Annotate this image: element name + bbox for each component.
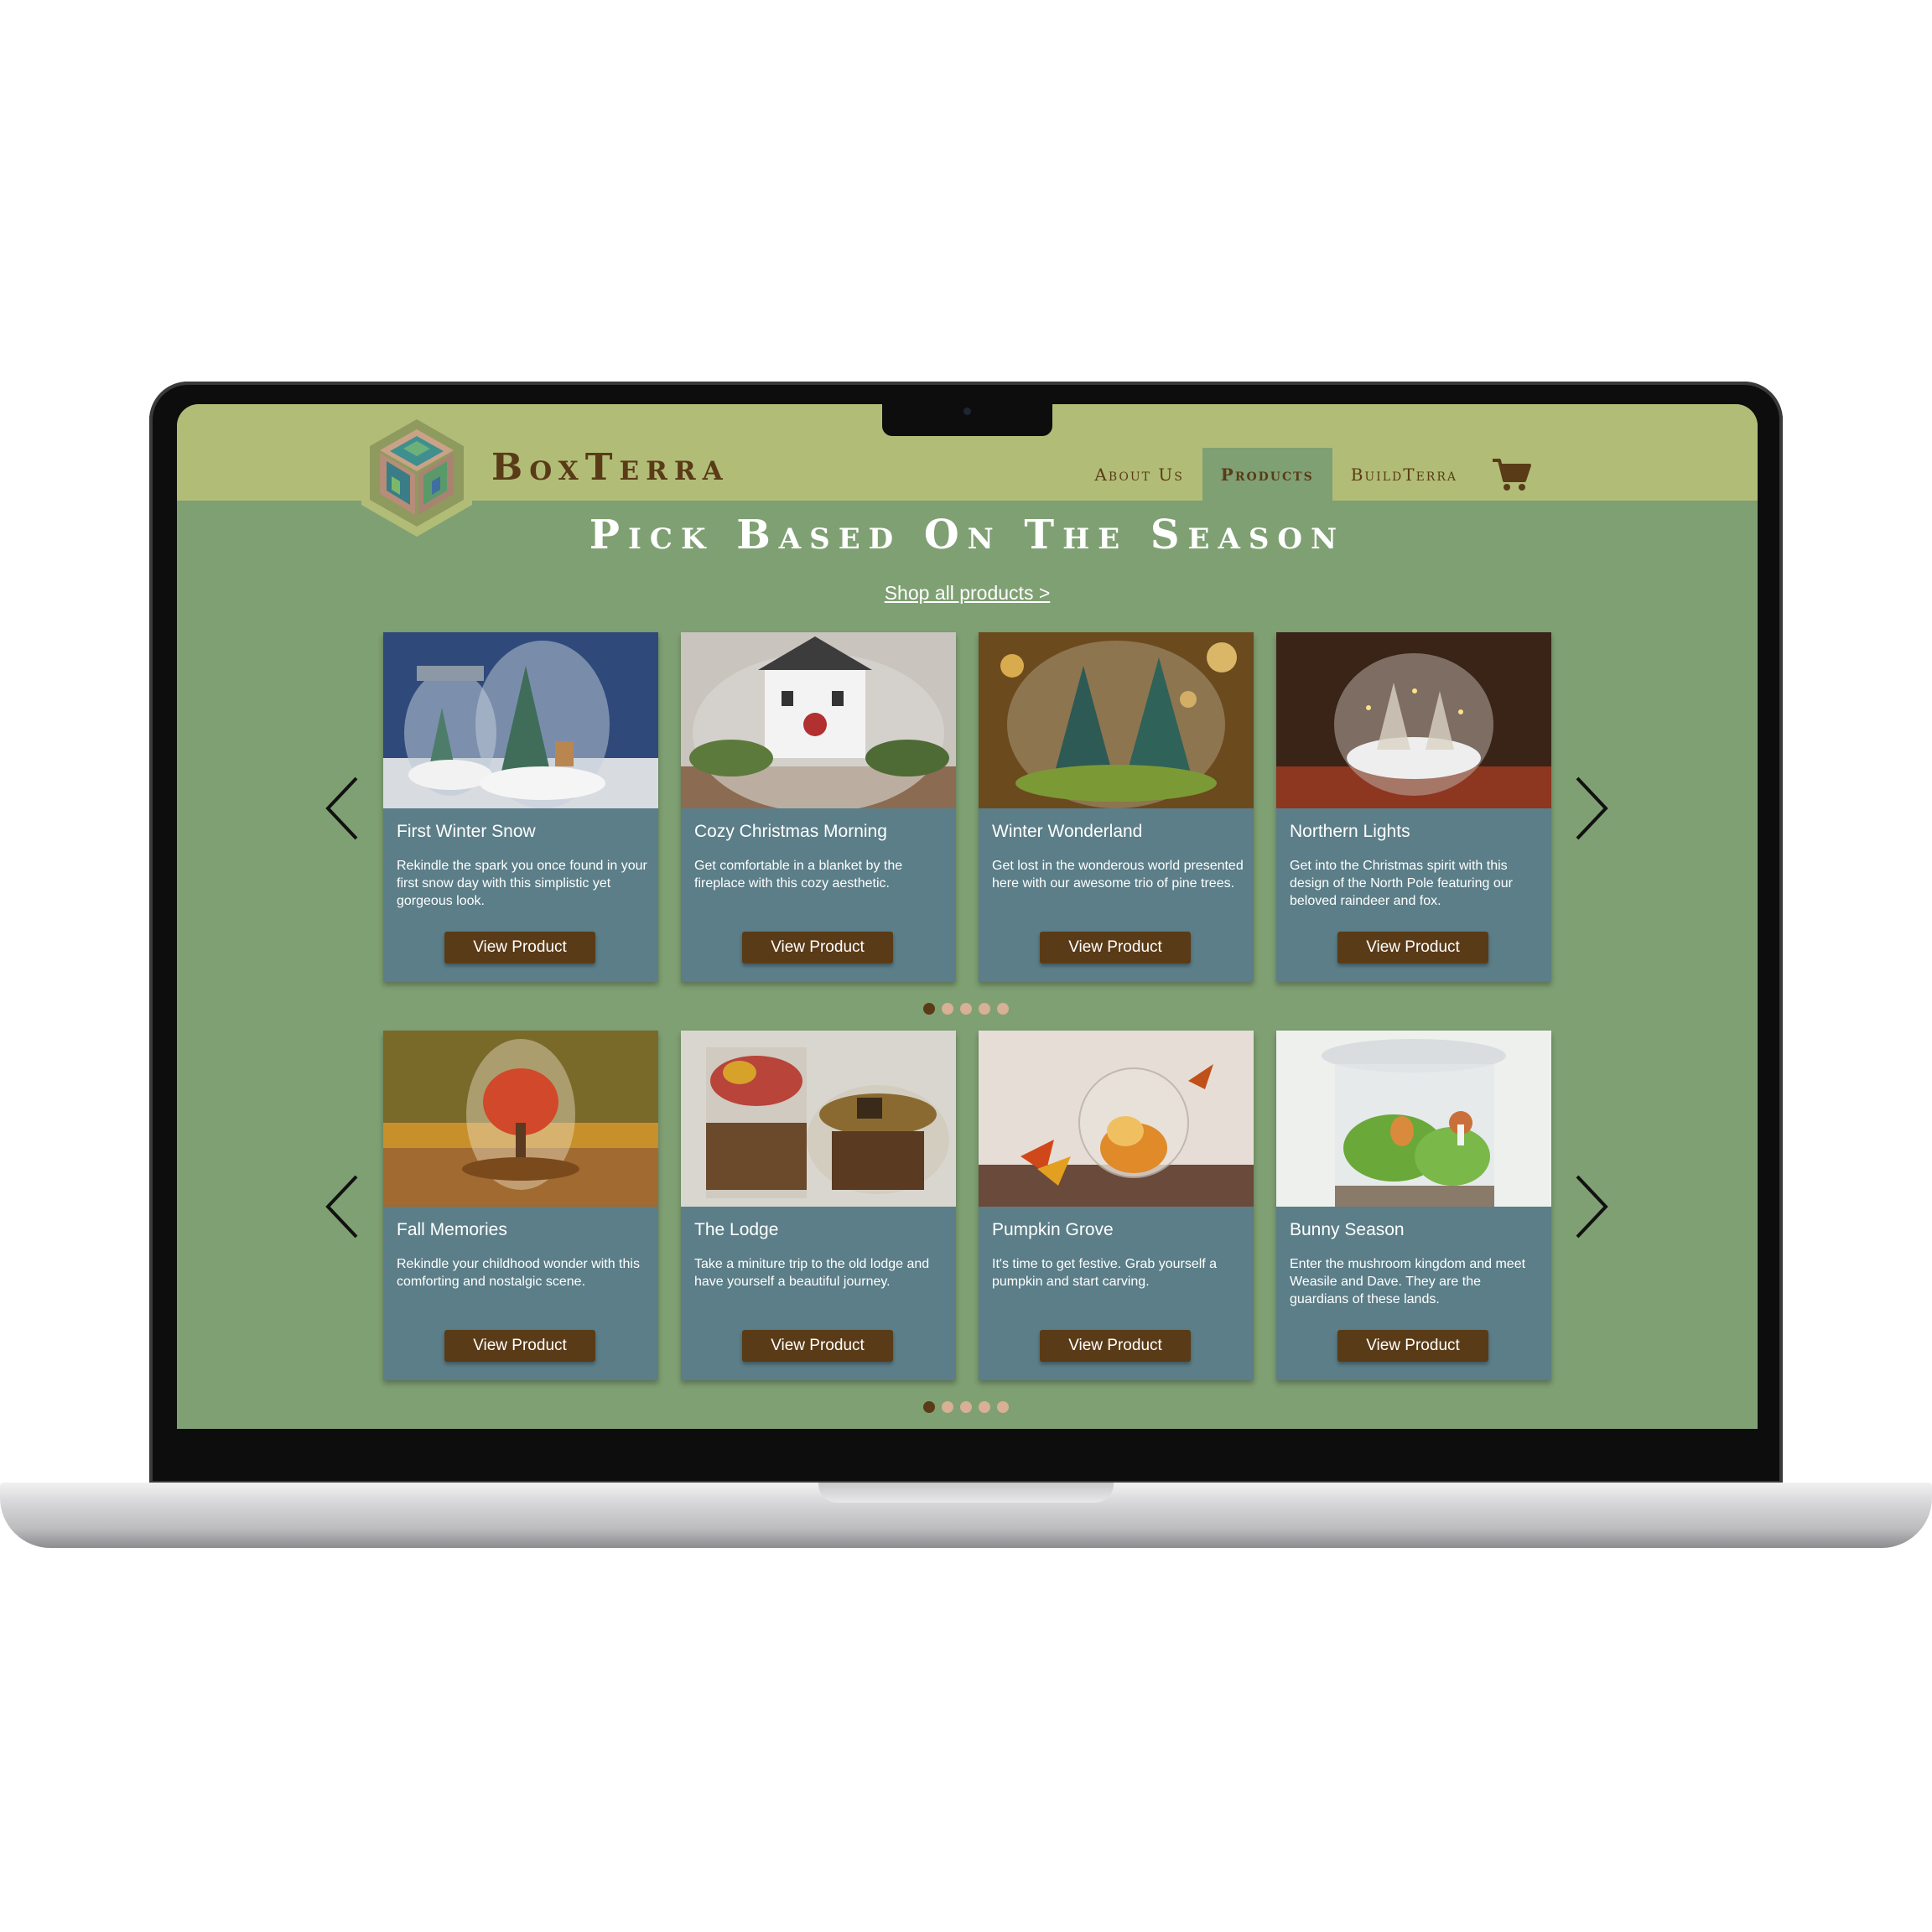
carousel-prev-arrow-icon[interactable] — [323, 1173, 365, 1240]
pagination-dot[interactable] — [997, 1003, 1009, 1015]
product-title: Cozy Christmas Morning — [694, 822, 887, 841]
view-product-button[interactable]: View Product — [444, 932, 595, 963]
carousel-prev-arrow-icon[interactable] — [323, 775, 365, 842]
view-product-button[interactable]: View Product — [444, 1330, 595, 1362]
view-product-button[interactable]: View Product — [1040, 932, 1191, 963]
product-description: Rekindle your childhood wonder with this… — [397, 1257, 640, 1289]
shop-all-link[interactable]: Shop all products > — [177, 582, 1758, 605]
product-title: Pumpkin Grove — [992, 1220, 1114, 1239]
product-image[interactable] — [979, 1031, 1254, 1207]
product-description: Take a miniture trip to the old lodge an… — [694, 1257, 930, 1289]
pagination-dot[interactable] — [960, 1003, 972, 1015]
product-image[interactable] — [681, 632, 956, 808]
carousel-next-arrow-icon[interactable] — [1569, 1173, 1611, 1240]
nav-about-us[interactable]: About Us — [1076, 448, 1202, 501]
product-image[interactable] — [1276, 632, 1551, 808]
product-title: First Winter Snow — [397, 822, 536, 841]
product-title: Winter Wonderland — [992, 822, 1143, 841]
product-card[interactable]: Bunny Season Enter the mushroom kingdom … — [1276, 1031, 1551, 1380]
product-title: The Lodge — [694, 1220, 779, 1239]
logo-icon[interactable] — [361, 411, 472, 537]
product-card[interactable]: Northern Lights Get into the Christmas s… — [1276, 632, 1551, 982]
product-card[interactable]: Pumpkin Grove It's time to get festive. … — [979, 1031, 1254, 1380]
product-description: Get into the Christmas spirit with this … — [1290, 859, 1513, 908]
product-title: Northern Lights — [1290, 822, 1410, 841]
pagination-dot[interactable] — [942, 1003, 953, 1015]
pagination-dot[interactable] — [942, 1401, 953, 1413]
product-image[interactable] — [979, 632, 1254, 808]
view-product-button[interactable]: View Product — [742, 932, 893, 963]
view-product-button[interactable]: View Product — [1337, 1330, 1488, 1362]
screen: BoxTerra About Us Products BuildTerra Pi… — [177, 404, 1758, 1429]
product-title: Bunny Season — [1290, 1220, 1405, 1239]
product-title: Fall Memories — [397, 1220, 507, 1239]
carousel-pagination — [923, 1003, 1009, 1015]
cart-icon[interactable] — [1476, 448, 1548, 501]
product-card[interactable]: Winter Wonderland Get lost in the wonder… — [979, 632, 1254, 982]
nav-products[interactable]: Products — [1202, 448, 1332, 501]
brand-name[interactable]: BoxTerra — [491, 446, 730, 489]
product-description: Rekindle the spark you once found in you… — [397, 859, 647, 908]
product-card[interactable]: Cozy Christmas Morning Get comfortable i… — [681, 632, 956, 982]
pagination-dot[interactable] — [997, 1401, 1009, 1413]
nav-buildterra[interactable]: BuildTerra — [1332, 448, 1476, 501]
pagination-dot[interactable] — [923, 1003, 935, 1015]
product-image[interactable] — [383, 1031, 658, 1207]
pagination-dot[interactable] — [979, 1401, 990, 1413]
product-description: It's time to get festive. Grab yourself … — [992, 1257, 1218, 1289]
webcam-icon — [963, 408, 971, 415]
pagination-dot[interactable] — [923, 1401, 935, 1413]
product-card[interactable]: Fall Memories Rekindle your childhood wo… — [383, 1031, 658, 1380]
carousel-next-arrow-icon[interactable] — [1569, 775, 1611, 842]
view-product-button[interactable]: View Product — [742, 1330, 893, 1362]
product-image[interactable] — [681, 1031, 956, 1207]
carousel-pagination — [923, 1401, 1009, 1413]
laptop-opening-lip — [818, 1483, 1114, 1503]
view-product-button[interactable]: View Product — [1040, 1330, 1191, 1362]
product-description: Get lost in the wonderous world presente… — [992, 859, 1244, 891]
product-description: Enter the mushroom kingdom and meet Weas… — [1290, 1257, 1526, 1306]
product-description: Get comfortable in a blanket by the fire… — [694, 859, 903, 891]
pagination-dot[interactable] — [979, 1003, 990, 1015]
main-nav: About Us Products BuildTerra — [1076, 448, 1758, 501]
view-product-button[interactable]: View Product — [1337, 932, 1488, 963]
pagination-dot[interactable] — [960, 1401, 972, 1413]
product-image[interactable] — [1276, 1031, 1551, 1207]
product-card[interactable]: First Winter Snow Rekindle the spark you… — [383, 632, 658, 982]
product-card[interactable]: The Lodge Take a miniture trip to the ol… — [681, 1031, 956, 1380]
product-image[interactable] — [383, 632, 658, 808]
